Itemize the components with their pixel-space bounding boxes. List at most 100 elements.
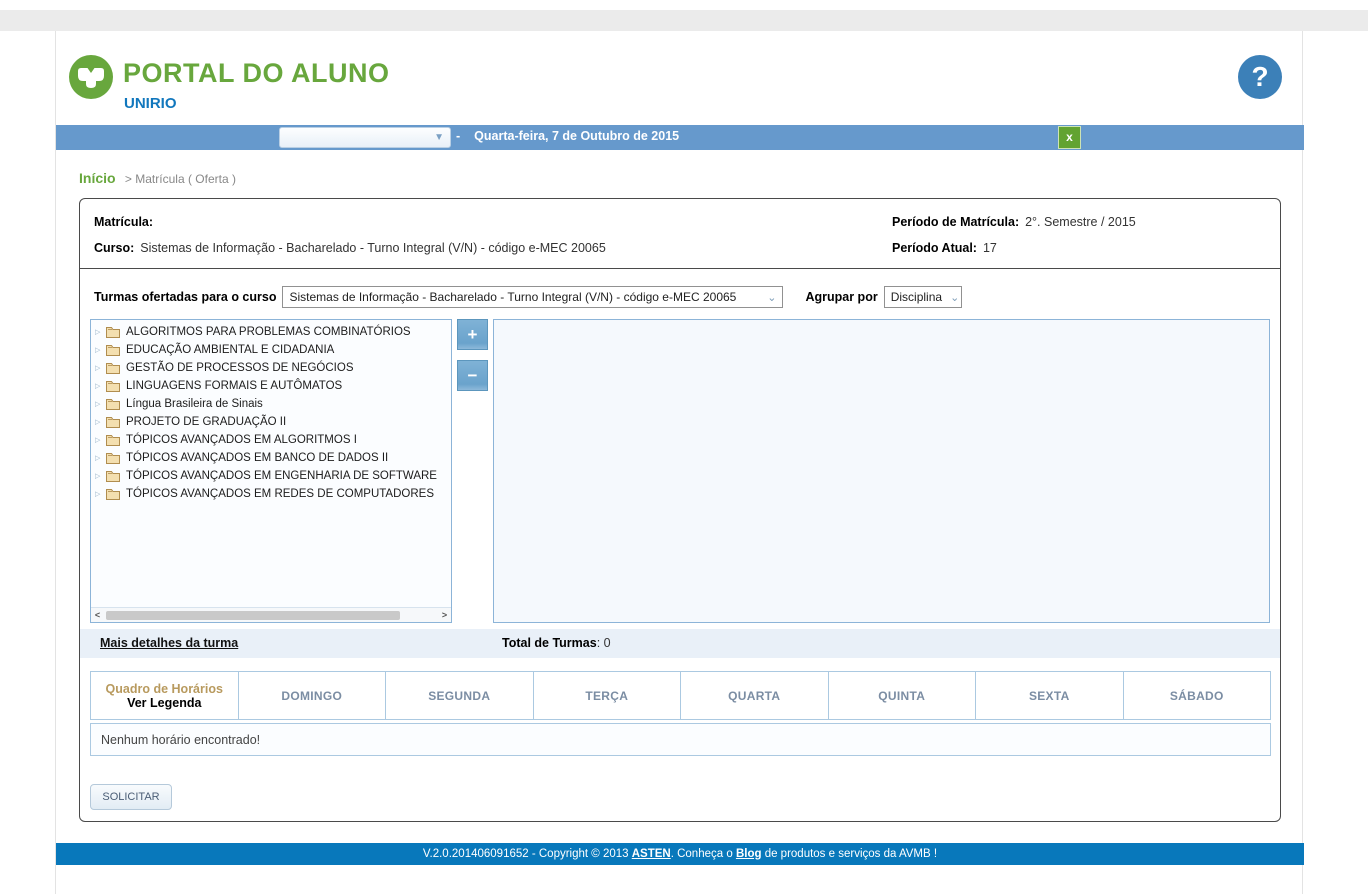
folder-icon xyxy=(105,469,122,483)
tree-item-label: GESTÃO DE PROCESSOS DE NEGÓCIOS xyxy=(126,362,354,374)
tree-item-label: EDUCAÇÃO AMBIENTAL E CIDADANIA xyxy=(126,344,334,356)
offer-filter-row: Turmas ofertadas para o curso Sistemas d… xyxy=(94,286,962,308)
turmas-label: Turmas ofertadas para o curso xyxy=(94,290,276,304)
expand-arrow-icon[interactable]: ▷ xyxy=(95,436,105,444)
tree-item[interactable]: ▷ TÓPICOS AVANÇADOS EM ENGENHARIA DE SOF… xyxy=(95,467,449,485)
tree-item[interactable]: ▷ TÓPICOS AVANÇADOS EM REDES DE COMPUTAD… xyxy=(95,485,449,503)
day-header-cell: SEGUNDA xyxy=(386,671,534,720)
expand-arrow-icon[interactable]: ▷ xyxy=(95,400,105,408)
matricula-label: Matrícula: xyxy=(94,215,153,229)
expand-arrow-icon[interactable]: ▷ xyxy=(95,382,105,390)
course-select[interactable]: Sistemas de Informação - Bacharelado - T… xyxy=(282,286,783,308)
session-select[interactable]: ▼ xyxy=(279,127,451,148)
tree-item-label: ALGORITMOS PARA PROBLEMAS COMBINATÓRIOS xyxy=(126,326,411,338)
total-separator: : xyxy=(597,636,604,650)
blog-link[interactable]: Blog xyxy=(736,848,762,860)
day-header-cell: QUINTA xyxy=(829,671,977,720)
folder-icon xyxy=(105,397,122,411)
tree-horizontal-scrollbar[interactable]: < > xyxy=(91,607,451,622)
footer-bar: V.2.0.201406091652 - Copyright © 2013 AS… xyxy=(56,843,1304,865)
solicitar-button[interactable]: SOLICITAR xyxy=(90,784,172,810)
folder-icon xyxy=(105,415,122,429)
help-icon[interactable]: ? xyxy=(1238,55,1282,99)
footer-mid-text: . Conheça o xyxy=(671,848,736,860)
view-legend-link[interactable]: Ver Legenda xyxy=(127,696,201,710)
tree-item[interactable]: ▷ LINGUAGENS FORMAIS E AUTÔMATOS xyxy=(95,377,449,395)
tree-item[interactable]: ▷ EDUCAÇÃO AMBIENTAL E CIDADANIA xyxy=(95,341,449,359)
tree-item-label: LINGUAGENS FORMAIS E AUTÔMATOS xyxy=(126,380,342,392)
breadcrumb-home-link[interactable]: Início xyxy=(79,170,116,186)
scrollbar-thumb[interactable] xyxy=(106,611,400,620)
periodo-atual-label: Período Atual: xyxy=(892,241,977,255)
remove-course-button[interactable]: − xyxy=(457,360,488,391)
breadcrumb-separator: > xyxy=(125,172,132,186)
student-info-section: Matrícula: Curso: Sistemas de Informação … xyxy=(80,199,1280,269)
periodo-atual-value: 17 xyxy=(983,241,997,255)
total-turmas-label: Total de Turmas xyxy=(502,636,597,650)
day-header-cell: SEXTA xyxy=(976,671,1124,720)
browser-top-strip xyxy=(0,10,1368,31)
screen: PORTAL DO ALUNO UNIRIO ? ▼ -Quarta-feira… xyxy=(0,0,1368,894)
asten-link[interactable]: ASTEN xyxy=(632,848,671,860)
periodo-matricula-value: 2°. Semestre / 2015 xyxy=(1025,215,1136,229)
expand-arrow-icon[interactable]: ▷ xyxy=(95,364,105,372)
breadcrumb-current: Matrícula ( Oferta ) xyxy=(135,172,236,186)
scrollbar-track[interactable] xyxy=(104,610,438,621)
day-header-cell: TERÇA xyxy=(534,671,682,720)
chevron-down-icon: ⌄ xyxy=(767,291,776,304)
schedule-empty-row: Nenhum horário encontrado! xyxy=(90,723,1271,756)
day-header-label: SÁBADO xyxy=(1170,689,1224,703)
empty-message: Nenhum horário encontrado! xyxy=(101,733,260,747)
folder-icon xyxy=(105,487,122,501)
tree-item-label: PROJETO DE GRADUAÇÃO II xyxy=(126,416,286,428)
unirio-logo-icon xyxy=(69,55,113,99)
tree-item-label: TÓPICOS AVANÇADOS EM ALGORITMOS I xyxy=(126,434,357,446)
tree-item[interactable]: ▷ Língua Brasileira de Sinais xyxy=(95,395,449,413)
tree-item[interactable]: ▷ TÓPICOS AVANÇADOS EM ALGORITMOS I xyxy=(95,431,449,449)
day-header-label: QUINTA xyxy=(878,689,925,703)
expand-arrow-icon[interactable]: ▷ xyxy=(95,328,105,336)
group-by-label: Agrupar por xyxy=(805,290,877,304)
chevron-down-icon: ⌄ xyxy=(950,291,959,304)
breadcrumb: Início > Matrícula ( Oferta ) xyxy=(79,170,236,186)
course-tree: ▷ ALGORITMOS PARA PROBLEMAS COMBINATÓRIO… xyxy=(95,323,449,503)
institution-name: UNIRIO xyxy=(124,95,177,112)
matricula-panel: Matrícula: Curso: Sistemas de Informação … xyxy=(79,198,1281,822)
expand-arrow-icon[interactable]: ▷ xyxy=(95,418,105,426)
tree-item-label: TÓPICOS AVANÇADOS EM REDES DE COMPUTADOR… xyxy=(126,488,434,500)
chevron-down-icon: ▼ xyxy=(434,132,450,143)
tree-item[interactable]: ▷ GESTÃO DE PROCESSOS DE NEGÓCIOS xyxy=(95,359,449,377)
curso-label: Curso: xyxy=(94,241,134,255)
expand-arrow-icon[interactable]: ▷ xyxy=(95,454,105,462)
tree-item-label: TÓPICOS AVANÇADOS EM BANCO DE DADOS II xyxy=(126,452,388,464)
group-by-select[interactable]: Disciplina ⌄ xyxy=(884,286,962,308)
curso-value: Sistemas de Informação - Bacharelado - T… xyxy=(140,241,606,255)
tree-item[interactable]: ▷ PROJETO DE GRADUAÇÃO II xyxy=(95,413,449,431)
day-header-cell: DOMINGO xyxy=(239,671,387,720)
tree-item[interactable]: ▷ TÓPICOS AVANÇADOS EM BANCO DE DADOS II xyxy=(95,449,449,467)
expand-arrow-icon[interactable]: ▷ xyxy=(95,490,105,498)
folder-icon xyxy=(105,451,122,465)
expand-arrow-icon[interactable]: ▷ xyxy=(95,346,105,354)
day-header-cell: SÁBADO xyxy=(1124,671,1272,720)
close-session-button[interactable]: x xyxy=(1058,126,1081,149)
tree-item[interactable]: ▷ ALGORITMOS PARA PROBLEMAS COMBINATÓRIO… xyxy=(95,323,449,341)
schedule-legend-cell: Quadro de Horários Ver Legenda xyxy=(90,671,239,720)
schedule-table-header: Quadro de Horários Ver Legenda DOMINGO SE… xyxy=(90,671,1271,720)
group-by-select-value: Disciplina xyxy=(891,290,942,304)
total-turmas-value: 0 xyxy=(604,636,611,650)
day-header-label: DOMINGO xyxy=(281,689,342,703)
selected-courses-panel xyxy=(493,319,1270,623)
folder-icon xyxy=(105,433,122,447)
details-row: Mais detalhes da turma Total de Turmas: … xyxy=(80,629,1280,658)
day-header-cell: QUARTA xyxy=(681,671,829,720)
date-dash: - xyxy=(456,129,460,143)
add-course-button[interactable]: + xyxy=(457,319,488,350)
total-turmas: Total de Turmas: 0 xyxy=(502,636,611,650)
scroll-left-arrow-icon[interactable]: < xyxy=(91,610,104,620)
expand-arrow-icon[interactable]: ▷ xyxy=(95,472,105,480)
scroll-right-arrow-icon[interactable]: > xyxy=(438,610,451,620)
more-details-link[interactable]: Mais detalhes da turma xyxy=(100,636,238,650)
transfer-buttons: + − xyxy=(457,319,488,401)
day-header-label: SEXTA xyxy=(1029,689,1070,703)
